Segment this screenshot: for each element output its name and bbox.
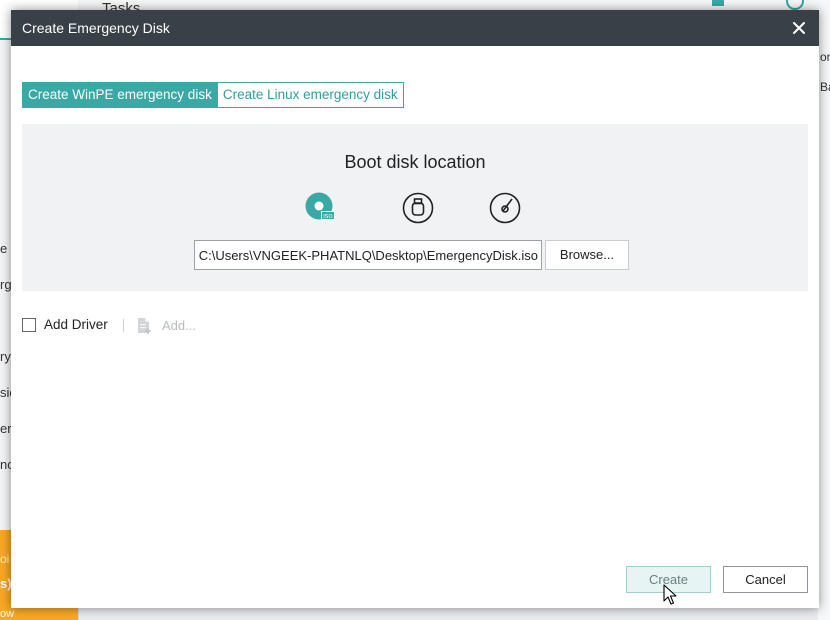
background-text-fragment: Ba — [820, 80, 830, 94]
background-text-fragment: or — [820, 50, 830, 64]
boot-disk-path-value: C:\Users\VNGEEK-PHATNLQ\Desktop\Emergenc… — [198, 248, 538, 263]
boot-disk-location-heading: Boot disk location — [344, 152, 486, 172]
promo-text: oi — [0, 552, 10, 566]
background-tool-icon — [786, 0, 804, 10]
mouse-pointer-icon — [663, 584, 677, 605]
promo-text: ow — [0, 608, 15, 620]
usb-drive-option[interactable] — [402, 192, 434, 224]
background-text-fragment: er — [0, 421, 12, 436]
cd-dvd-option[interactable] — [489, 192, 521, 224]
boot-disk-path-input[interactable]: C:\Users\VNGEEK-PHATNLQ\Desktop\Emergenc… — [194, 240, 542, 270]
usb-drive-icon — [402, 192, 434, 224]
create-emergency-disk-dialog: Create Emergency Disk Create WinPE emerg… — [11, 10, 819, 608]
dialog-title: Create Emergency Disk — [22, 20, 170, 36]
boot-disk-location-panel: Boot disk location ISO C:\Users\VNGEEK-P… — [22, 124, 808, 291]
disk-type-tabs: Create WinPE emergency disk Create Linux… — [22, 82, 404, 108]
close-icon — [793, 22, 805, 34]
browse-button[interactable]: Browse... — [545, 240, 629, 270]
divider — [123, 319, 124, 332]
promo-text: s) — [0, 576, 12, 591]
background-text-fragment: ry — [0, 349, 11, 364]
iso-file-icon: ISO — [305, 192, 335, 220]
cancel-button[interactable]: Cancel — [723, 566, 808, 593]
iso-file-option[interactable]: ISO — [305, 192, 337, 224]
add-driver-checkbox[interactable] — [22, 318, 36, 332]
background-text-fragment: rg — [0, 277, 12, 292]
close-button[interactable] — [787, 16, 811, 40]
add-driver-label[interactable]: Add Driver — [44, 317, 108, 332]
background-tool-icon — [712, 0, 724, 6]
cd-dvd-icon — [489, 192, 521, 224]
add-file-icon — [138, 318, 151, 334]
background-right-panel: or Ba — [818, 40, 830, 620]
add-driver-link[interactable]: Add... — [162, 318, 196, 333]
background-text-fragment: e — [0, 241, 8, 256]
svg-text:ISO: ISO — [323, 214, 333, 220]
dialog-titlebar: Create Emergency Disk — [11, 10, 819, 46]
tab-linux-emergency-disk[interactable]: Create Linux emergency disk — [217, 82, 404, 108]
tab-winpe-emergency-disk[interactable]: Create WinPE emergency disk — [22, 82, 218, 108]
